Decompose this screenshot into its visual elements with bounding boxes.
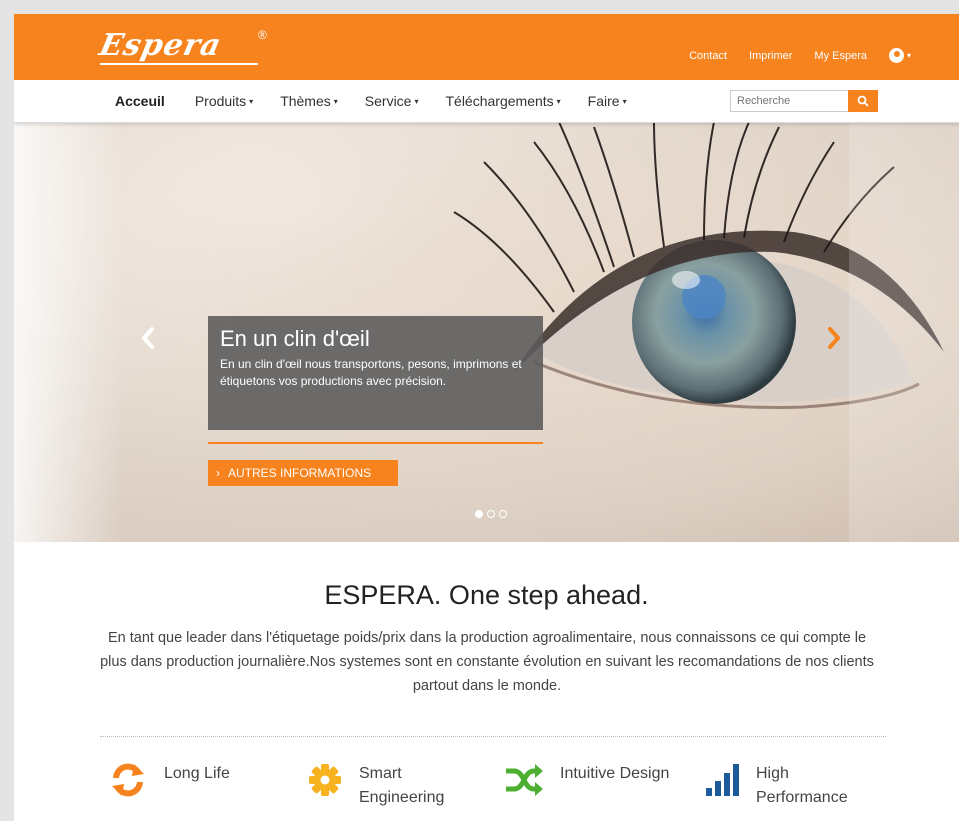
refresh-icon xyxy=(112,763,144,797)
my-espera-link[interactable]: My Espera xyxy=(814,50,867,62)
feature-label: Smart Engineering xyxy=(359,765,445,806)
chevron-right-icon xyxy=(828,327,840,349)
slide-indicators xyxy=(475,510,507,518)
page: Espera ® Contact Imprimer My Espera ▾ Ac… xyxy=(14,14,959,821)
nav-item-service[interactable]: Service ▾ xyxy=(365,93,419,109)
intro-title: ESPERA. One step ahead. xyxy=(324,580,649,610)
slide-dot[interactable] xyxy=(487,510,495,518)
nav-item-produits[interactable]: Produits ▾ xyxy=(195,93,253,109)
globe-icon xyxy=(888,48,904,63)
slide-caption: En un clin d'œil En un clin d'œil nous t… xyxy=(208,316,543,430)
chevron-right-icon: › xyxy=(216,466,220,480)
language-selector[interactable]: ▾ xyxy=(888,48,911,63)
chevron-down-icon: ▾ xyxy=(249,96,254,106)
chevron-down-icon: ▾ xyxy=(906,51,911,60)
slide-text: En un clin d'œil nous transportons, peso… xyxy=(220,357,522,388)
search-button[interactable] xyxy=(848,90,878,112)
slide-title: En un clin d'œil xyxy=(220,326,370,351)
nav-item-themes[interactable]: Thèmes ▾ xyxy=(280,93,338,109)
logo-underline xyxy=(100,63,258,65)
section-divider xyxy=(100,736,886,737)
nav-item-faire[interactable]: Faire ▾ xyxy=(588,93,627,109)
feature-label: High Performance xyxy=(756,765,848,806)
slide-dot[interactable] xyxy=(475,510,483,518)
top-bar: Espera ® Contact Imprimer My Espera ▾ xyxy=(14,14,959,80)
slide-dot[interactable] xyxy=(499,510,507,518)
nav-item-telechargements[interactable]: Téléchargements ▾ xyxy=(445,93,560,109)
feature-intuitive-design: Intuitive Design xyxy=(504,762,669,798)
feature-label: Long Life xyxy=(164,765,230,782)
intro-text: En tant que leader dans l'étiquetage poi… xyxy=(100,630,874,694)
search-input[interactable] xyxy=(730,90,848,112)
feature-smart-engineering: Smart Engineering xyxy=(307,762,469,810)
feature-label: Intuitive Design xyxy=(560,765,670,782)
imprimer-link[interactable]: Imprimer xyxy=(749,50,792,62)
chevron-down-icon: ▾ xyxy=(622,96,627,106)
contact-link[interactable]: Contact xyxy=(689,50,727,62)
chevron-down-icon: ▾ xyxy=(414,96,419,106)
nav-item-acceuil[interactable]: Acceuil xyxy=(115,93,168,109)
registered-mark: ® xyxy=(258,28,267,42)
feature-long-life: Long Life xyxy=(108,762,230,798)
espera-logo[interactable]: Espera xyxy=(96,28,225,63)
caption-divider xyxy=(208,442,543,444)
feature-high-performance: High Performance xyxy=(704,762,866,810)
signal-bars-icon xyxy=(706,764,739,796)
chevron-down-icon: ▾ xyxy=(556,96,561,106)
shuffle-icon xyxy=(506,764,543,796)
search-box xyxy=(730,90,878,112)
prev-slide-arrow[interactable] xyxy=(140,326,156,355)
features-row: Long Life Smart Engineering Intuitive De… xyxy=(14,762,959,821)
gear-icon xyxy=(309,764,341,796)
next-slide-arrow[interactable] xyxy=(826,326,842,355)
chevron-left-icon xyxy=(142,327,154,349)
search-icon xyxy=(857,95,869,107)
chevron-down-icon: ▾ xyxy=(333,96,338,106)
top-links: Contact Imprimer My Espera ▾ xyxy=(689,48,911,63)
main-nav: Acceuil Produits ▾ Thèmes ▾ Service ▾ Téléc… xyxy=(14,80,959,123)
more-info-button[interactable]: › AUTRES INFORMATIONS xyxy=(208,460,398,486)
hero-slider: En un clin d'œil En un clin d'œil nous t… xyxy=(14,122,959,542)
